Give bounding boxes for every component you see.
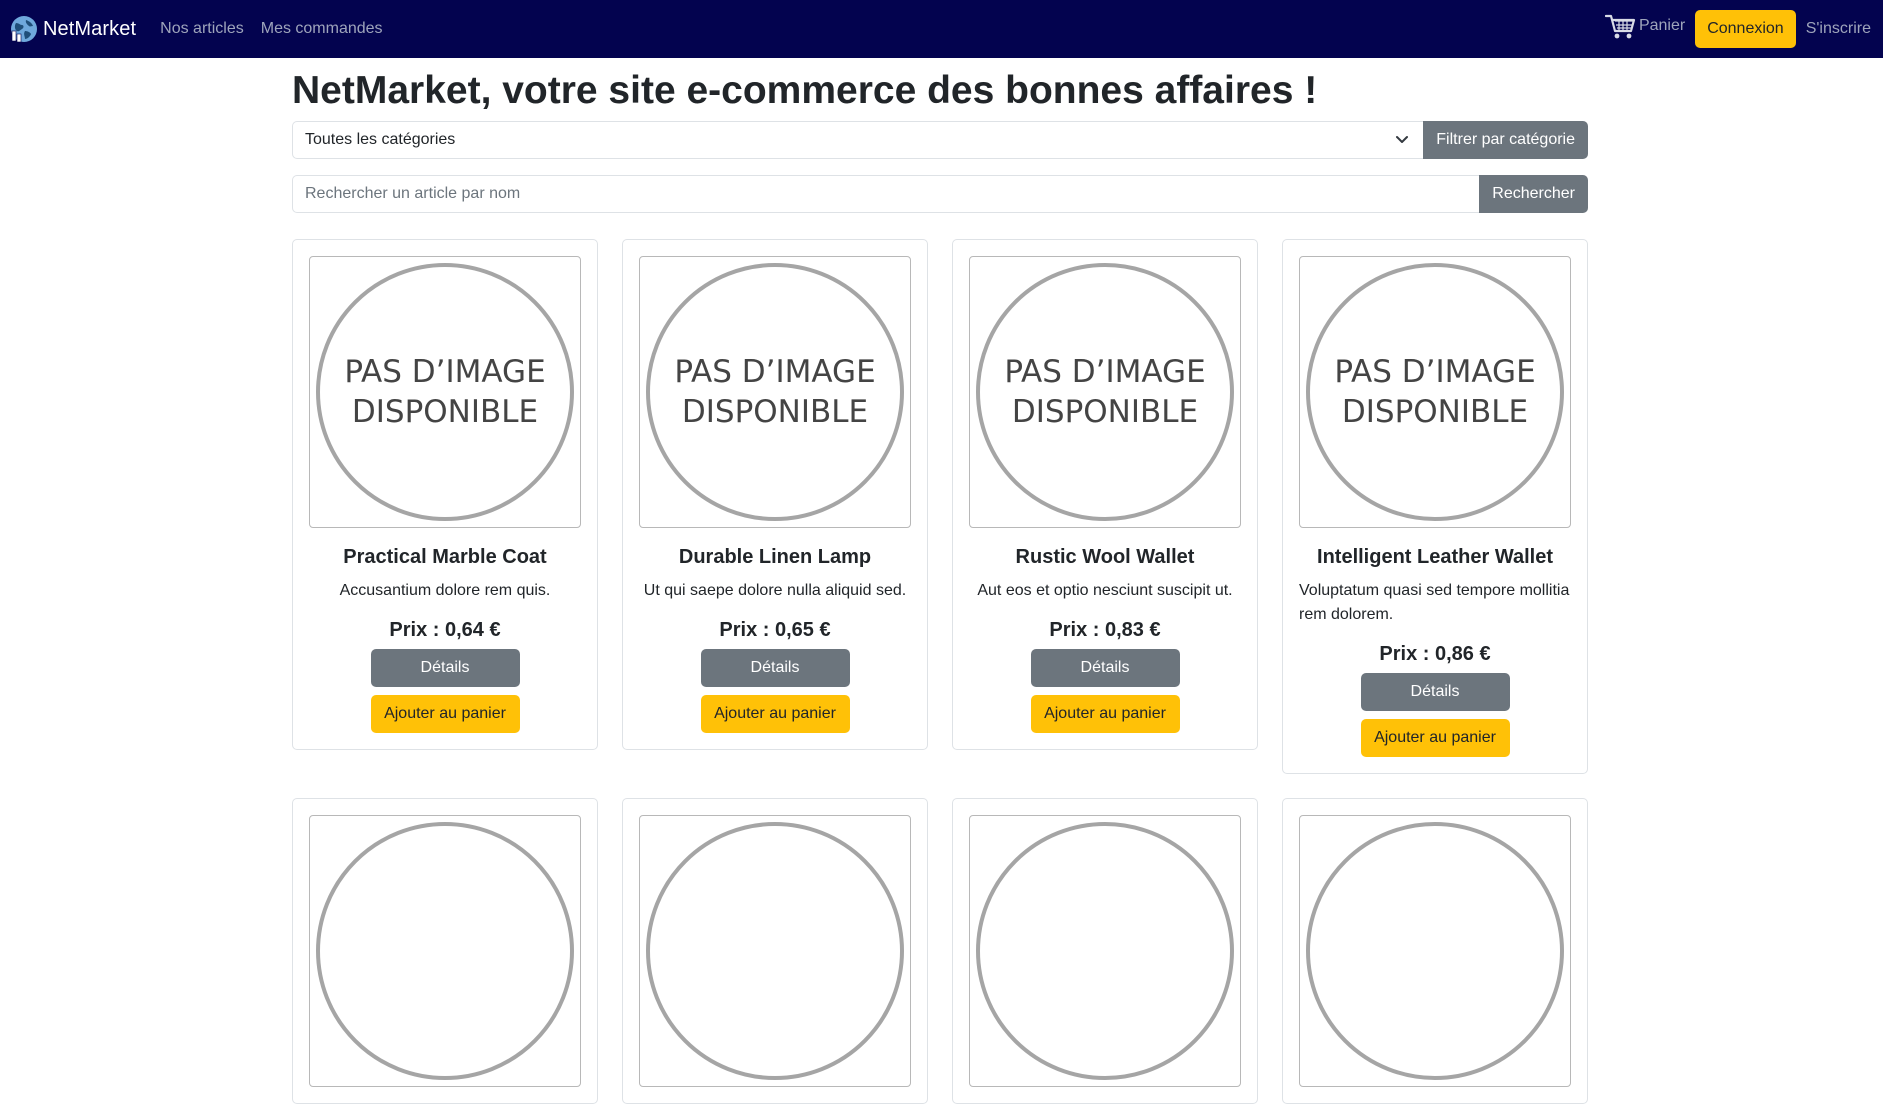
product-image: [639, 815, 911, 1087]
category-select-value: Toutes les catégories: [305, 131, 456, 148]
product-card: PAS D’IMAGE DISPONIBLE Practical Marble …: [292, 239, 598, 750]
navbar: NetMarket Nos articles Mes commandes Pan…: [0, 0, 1883, 58]
shopping-cart-icon: [1604, 14, 1636, 39]
no-image-text-line1: PAS D’IMAGE: [1334, 354, 1536, 390]
product-price: Prix : 0,83 €: [1049, 619, 1161, 641]
product-description: Aut eos et optio nesciunt suscipit ut.: [977, 582, 1233, 599]
no-image-text-line2: DISPONIBLE: [1011, 394, 1199, 430]
product-name: Rustic Wool Wallet: [1015, 546, 1195, 568]
globe-logo-icon: [9, 14, 39, 44]
no-image-placeholder: [976, 822, 1234, 1080]
product-price: Prix : 0,86 €: [1379, 643, 1491, 665]
cart-label: Panier: [1638, 17, 1686, 34]
product-card: [622, 798, 928, 1104]
product-image: [1299, 815, 1571, 1087]
product-image: PAS D’IMAGE DISPONIBLE: [309, 256, 581, 528]
add-to-cart-button[interactable]: Ajouter au panier: [1030, 695, 1180, 733]
nav-links: Nos articles Mes commandes: [160, 20, 382, 38]
add-to-cart-button[interactable]: Ajouter au panier: [370, 695, 520, 733]
no-image-text-line1: PAS D’IMAGE: [1004, 354, 1206, 390]
no-image-text-line1: PAS D’IMAGE: [674, 354, 876, 390]
product-card: PAS D’IMAGE DISPONIBLE Rustic Wool Walle…: [952, 239, 1258, 750]
details-button[interactable]: Détails: [370, 649, 520, 687]
product-image: PAS D’IMAGE DISPONIBLE: [639, 256, 911, 528]
product-card: [292, 798, 598, 1104]
product-name: Durable Linen Lamp: [678, 546, 872, 568]
brand-link[interactable]: NetMarket: [9, 0, 136, 58]
no-image-placeholder: PAS D’IMAGE DISPONIBLE: [646, 263, 904, 521]
product-image: PAS D’IMAGE DISPONIBLE: [969, 256, 1241, 528]
product-card: PAS D’IMAGE DISPONIBLE Intelligent Leath…: [1282, 239, 1588, 774]
no-image-placeholder: PAS D’IMAGE DISPONIBLE: [316, 263, 574, 521]
product-image: [309, 815, 581, 1087]
no-image-text-line2: DISPONIBLE: [1341, 394, 1529, 430]
details-button[interactable]: Détails: [1030, 649, 1180, 687]
no-image-placeholder: [316, 822, 574, 1080]
search-button[interactable]: Rechercher: [1479, 175, 1588, 213]
product-price: Prix : 0,65 €: [719, 619, 831, 641]
product-price: Prix : 0,64 €: [389, 619, 501, 641]
category-filter-group: Toutes les catégories Filtrer par catégo…: [292, 121, 1588, 159]
search-input[interactable]: [292, 175, 1480, 213]
product-image: PAS D’IMAGE DISPONIBLE: [1299, 256, 1571, 528]
add-to-cart-button[interactable]: Ajouter au panier: [700, 695, 850, 733]
product-card: [1282, 798, 1588, 1104]
no-image-placeholder: [646, 822, 904, 1080]
product-card: PAS D’IMAGE DISPONIBLE Durable Linen Lam…: [622, 239, 928, 750]
product-grid: PAS D’IMAGE DISPONIBLE Practical Marble …: [292, 239, 1588, 1104]
product-name: Intelligent Leather Wallet: [1317, 546, 1553, 568]
no-image-text-line2: DISPONIBLE: [681, 394, 869, 430]
product-image: [969, 815, 1241, 1087]
brand-name: NetMarket: [43, 17, 137, 40]
add-to-cart-button[interactable]: Ajouter au panier: [1360, 719, 1510, 757]
product-card: [952, 798, 1258, 1104]
signup-link[interactable]: S'inscrire: [1806, 20, 1871, 38]
filter-category-button[interactable]: Filtrer par catégorie: [1423, 121, 1588, 159]
nav-actions: Panier Connexion S'inscrire: [1604, 0, 1871, 58]
details-button[interactable]: Détails: [700, 649, 850, 687]
no-image-placeholder: [1306, 822, 1564, 1080]
cart-link[interactable]: Panier: [1604, 14, 1686, 41]
no-image-text-line1: PAS D’IMAGE: [344, 354, 546, 390]
product-description: Voluptatum quasi sed tempore mollitia re…: [1299, 582, 1570, 623]
product-name: Practical Marble Coat: [343, 546, 547, 568]
product-description: Accusantium dolore rem quis.: [339, 582, 551, 599]
details-button[interactable]: Détails: [1360, 673, 1510, 711]
no-image-placeholder: PAS D’IMAGE DISPONIBLE: [976, 263, 1234, 521]
login-button[interactable]: Connexion: [1695, 10, 1796, 48]
main-content: NetMarket, votre site e-commerce des bon…: [292, 58, 1588, 213]
no-image-text-line2: DISPONIBLE: [351, 394, 539, 430]
nav-link-orders[interactable]: Mes commandes: [261, 20, 383, 38]
product-description: Ut qui saepe dolore nulla aliquid sed.: [643, 582, 907, 599]
category-select[interactable]: Toutes les catégories: [292, 121, 1424, 159]
no-image-placeholder: PAS D’IMAGE DISPONIBLE: [1306, 263, 1564, 521]
page-title: NetMarket, votre site e-commerce des bon…: [292, 69, 1318, 112]
search-group: Rechercher: [292, 175, 1588, 213]
nav-link-articles[interactable]: Nos articles: [160, 20, 244, 38]
chevron-down-icon: [1396, 136, 1409, 143]
